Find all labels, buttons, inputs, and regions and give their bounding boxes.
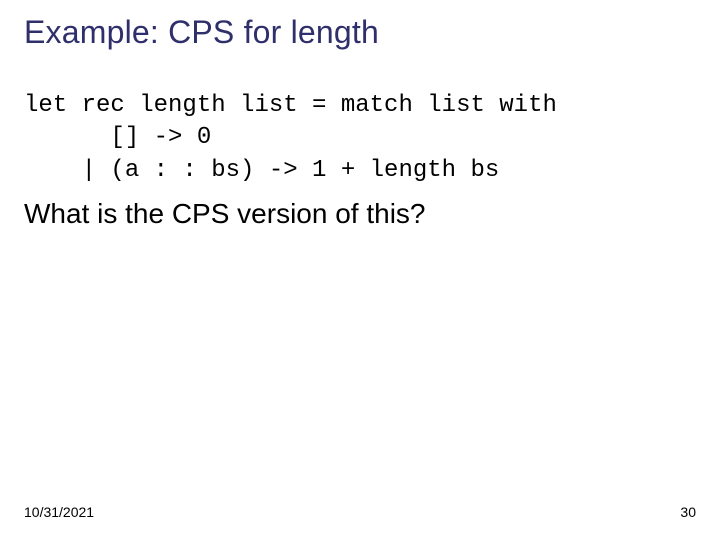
footer-page-number: 30	[680, 504, 696, 520]
code-line: let rec length list = match list with	[24, 92, 557, 119]
code-line: | (a : : bs) -> 1 + length bs	[24, 157, 499, 184]
code-block: let rec length list = match list with []…	[24, 90, 557, 187]
footer-date: 10/31/2021	[24, 504, 94, 520]
code-line: [] -> 0	[24, 124, 211, 151]
slide-title: Example: CPS for length	[24, 14, 379, 51]
slide: Example: CPS for length let rec length l…	[0, 0, 720, 540]
slide-question: What is the CPS version of this?	[24, 198, 426, 230]
